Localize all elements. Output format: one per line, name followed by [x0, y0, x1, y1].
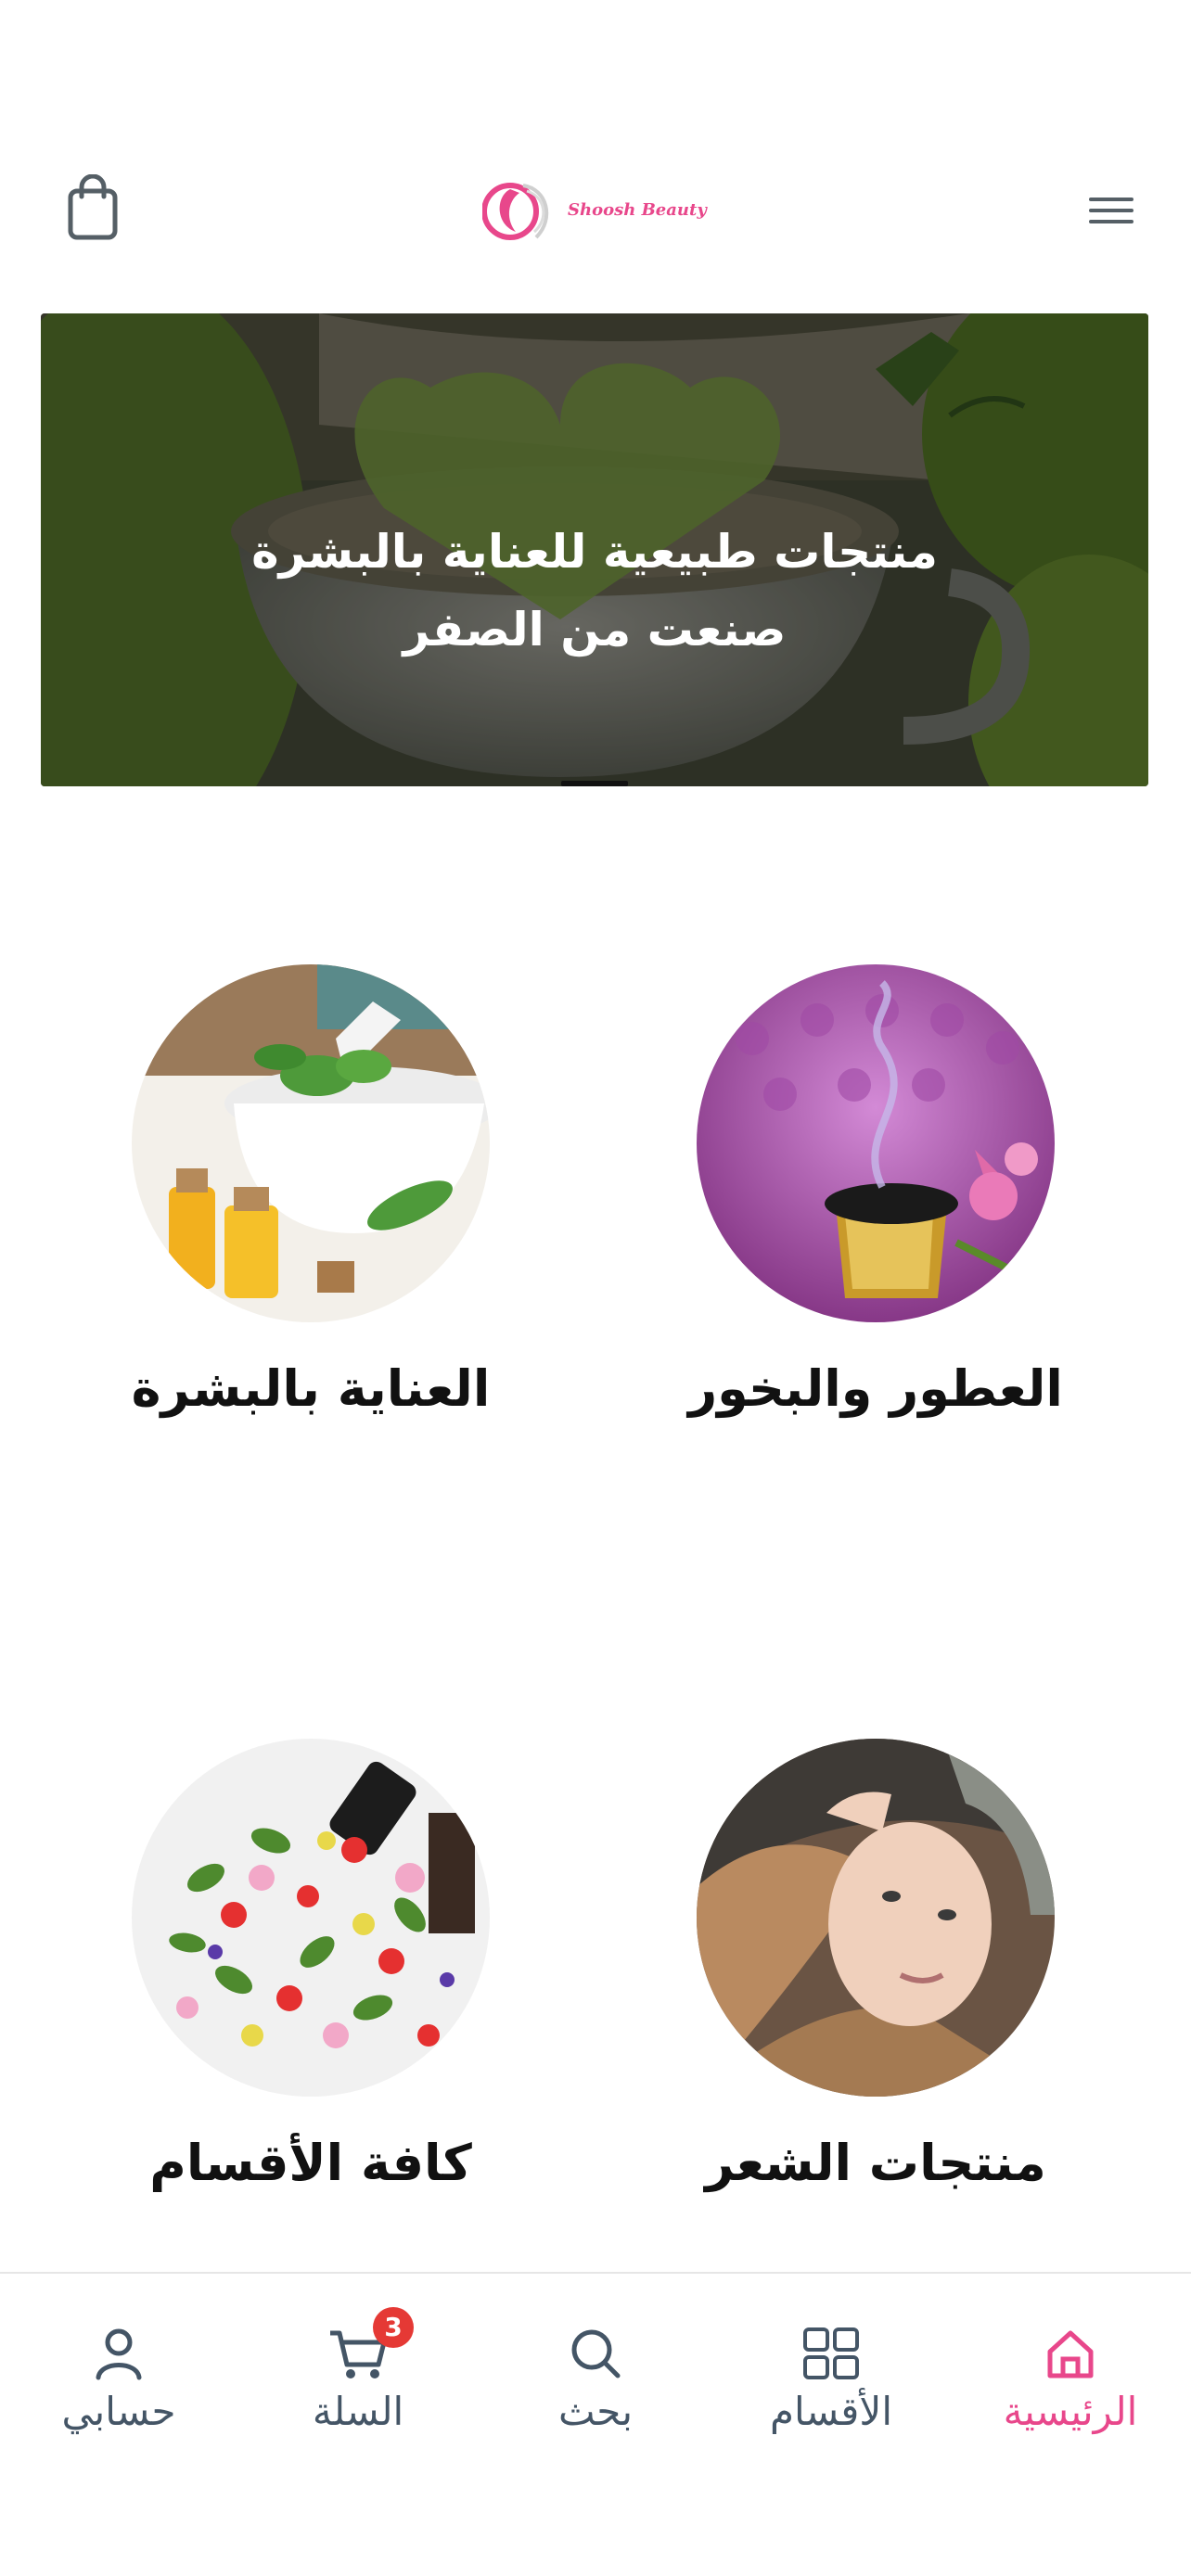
category-image	[697, 1739, 1055, 2097]
logo-text: Shoosh Beauty	[568, 199, 707, 220]
hero-banner[interactable]: منتجات طبيعية للعناية بالبشرة صنعت من ال…	[41, 313, 1148, 786]
hero-line-2: صنعت من الصفر	[403, 603, 787, 657]
category-image	[132, 1739, 490, 2097]
nav-item-home[interactable]: الرئيسية	[968, 2322, 1172, 2434]
category-all[interactable]: كافة الأقسام	[51, 1739, 570, 2192]
nav-item-account[interactable]: حسابي	[17, 2322, 221, 2434]
category-label: منتجات الشعر	[705, 2134, 1046, 2192]
cart-icon: 3	[256, 2307, 460, 2381]
hero-headline: منتجات طبيعية للعناية بالبشرة صنعت من ال…	[41, 513, 1148, 669]
category-image	[132, 964, 490, 1322]
category-label: العناية بالبشرة	[131, 1359, 491, 1418]
carousel-indicator[interactable]	[561, 781, 628, 786]
category-hair-products[interactable]: منتجات الشعر	[616, 1739, 1135, 2192]
nav-label: بحث	[557, 2389, 634, 2434]
nav-label: السلة	[312, 2389, 404, 2434]
shopping-bag-icon[interactable]	[63, 173, 128, 245]
home-icon	[968, 2322, 1172, 2381]
category-label: العطور والبخور	[688, 1359, 1063, 1418]
category-perfumes-incense[interactable]: العطور والبخور	[616, 964, 1135, 1418]
hero-line-1: منتجات طبيعية للعناية بالبشرة	[251, 525, 938, 579]
logo-mark-icon	[482, 183, 549, 240]
nav-label: الأقسام	[770, 2389, 892, 2434]
cart-count-badge: 3	[373, 2307, 414, 2348]
user-icon	[17, 2322, 221, 2381]
category-skin-care[interactable]: العناية بالبشرة	[51, 964, 570, 1418]
nav-item-search[interactable]: بحث	[493, 2322, 698, 2434]
nav-label: الرئيسية	[1003, 2389, 1138, 2434]
grid-icon	[729, 2322, 933, 2381]
category-label: كافة الأقسام	[149, 2134, 472, 2192]
nav-label: حسابي	[61, 2389, 176, 2434]
hamburger-menu-icon[interactable]	[1085, 187, 1137, 234]
category-image	[697, 964, 1055, 1322]
top-header: Shoosh Beauty	[0, 167, 1191, 250]
brand-logo[interactable]: Shoosh Beauty	[482, 174, 707, 245]
bottom-nav: الرئيسية الأقسام بحث 3 السلة حسابي	[0, 2272, 1191, 2576]
search-icon	[493, 2322, 698, 2381]
nav-item-categories[interactable]: الأقسام	[729, 2322, 933, 2434]
nav-item-cart[interactable]: 3 السلة	[256, 2307, 460, 2434]
